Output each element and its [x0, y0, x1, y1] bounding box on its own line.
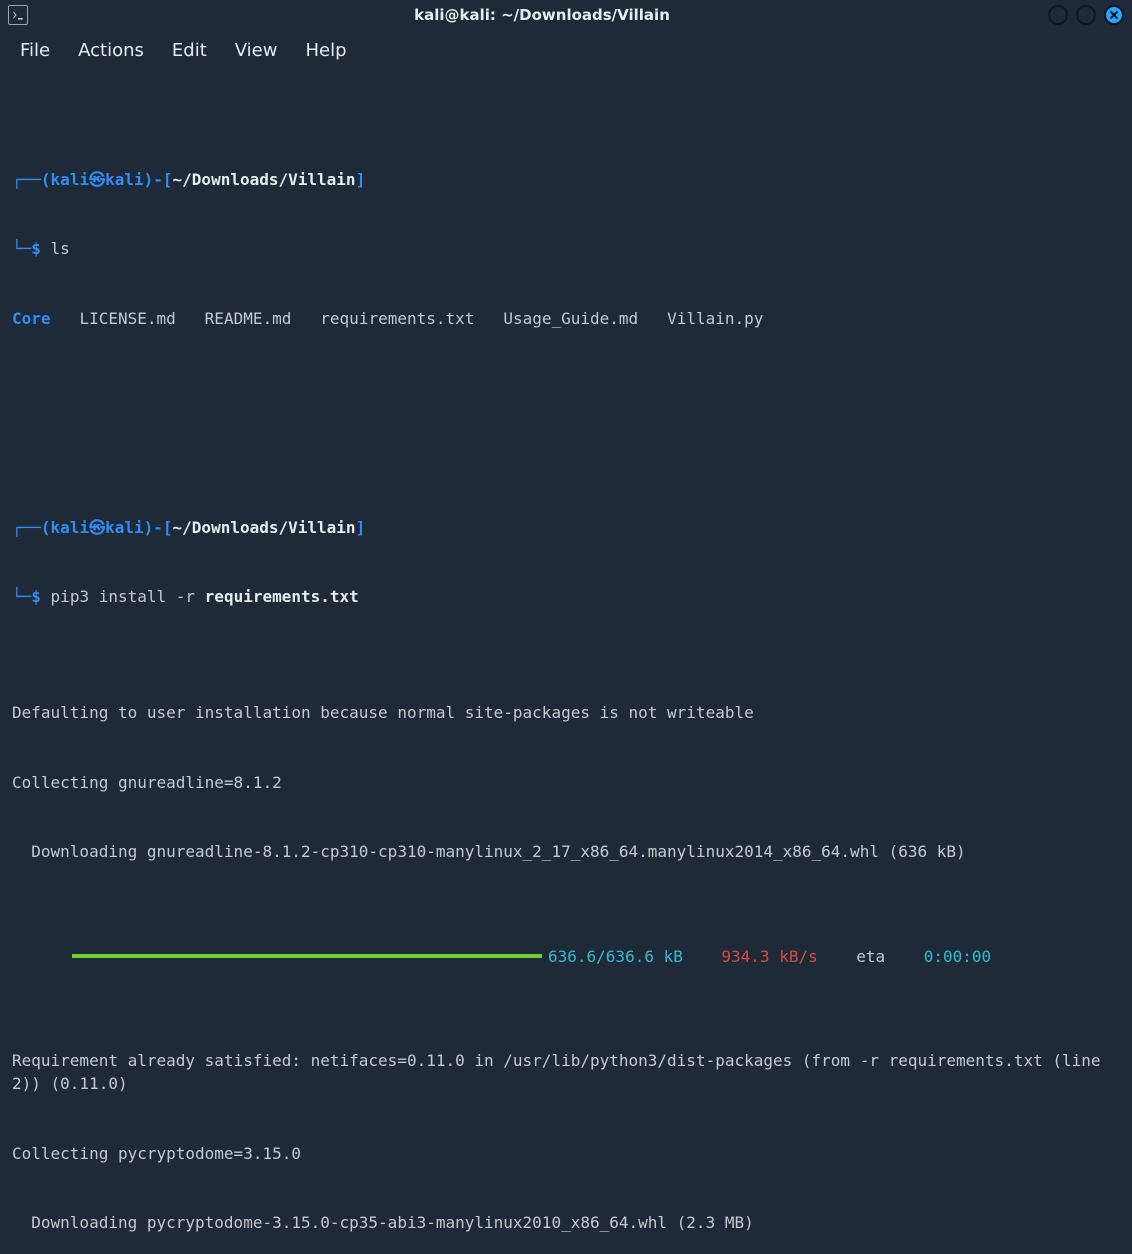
menu-actions[interactable]: Actions	[78, 40, 144, 61]
menu-view[interactable]: View	[235, 40, 278, 61]
titlebar: kali@kali: ~/Downloads/Villain	[0, 0, 1132, 30]
progress-eta-label: eta	[856, 945, 885, 968]
terminal-app-icon	[8, 5, 28, 25]
menu-help[interactable]: Help	[305, 40, 346, 61]
progress-speed: 934.3 kB/s	[721, 945, 817, 968]
blank-line	[12, 400, 1120, 423]
command-ls: ls	[51, 239, 70, 258]
command-pip: pip3 install -r	[51, 587, 205, 606]
window-controls	[1048, 5, 1124, 25]
pip-line-default-user: Defaulting to user installation because …	[12, 701, 1120, 724]
menu-edit[interactable]: Edit	[172, 40, 207, 61]
progress-bar-icon	[72, 954, 542, 958]
pip-line-download-gnureadline: Downloading gnureadline-8.1.2-cp310-cp31…	[12, 840, 1120, 863]
progress-gnureadline: 636.6/636.6 kB 934.3 kB/s eta 0:00:00	[12, 933, 1120, 979]
terminal-output[interactable]: ┌──(kali㉿kali)-[~/Downloads/Villain] └─$…	[0, 75, 1132, 1254]
pip-line-collecting-gnureadline: Collecting gnureadline=8.1.2	[12, 771, 1120, 794]
progress-eta: 0:00:00	[924, 945, 991, 968]
minimize-button[interactable]	[1048, 5, 1068, 25]
menubar: File Actions Edit View Help	[0, 30, 1132, 75]
window-title: kali@kali: ~/Downloads/Villain	[36, 6, 1048, 24]
prompt-line-2-cmd: └─$ pip3 install -r requirements.txt	[12, 585, 1120, 608]
ls-output: Core LICENSE.md README.md requirements.t…	[12, 307, 1120, 330]
pip-line-req-netifaces: Requirement already satisfied: netifaces…	[12, 1049, 1120, 1095]
menu-file[interactable]: File	[20, 40, 50, 61]
maximize-button[interactable]	[1076, 5, 1096, 25]
prompt-line-2-top: ┌──(kali㉿kali)-[~/Downloads/Villain]	[12, 516, 1120, 539]
progress-done: 636.6/636.6 kB	[548, 945, 683, 968]
pip-line-download-pycryptodome: Downloading pycryptodome-3.15.0-cp35-abi…	[12, 1211, 1120, 1234]
prompt-line-1-top: ┌──(kali㉿kali)-[~/Downloads/Villain]	[12, 168, 1120, 191]
pip-line-collecting-pycryptodome: Collecting pycryptodome=3.15.0	[12, 1142, 1120, 1165]
prompt-line-1-cmd: └─$ ls	[12, 237, 1120, 260]
close-button[interactable]	[1104, 5, 1124, 25]
